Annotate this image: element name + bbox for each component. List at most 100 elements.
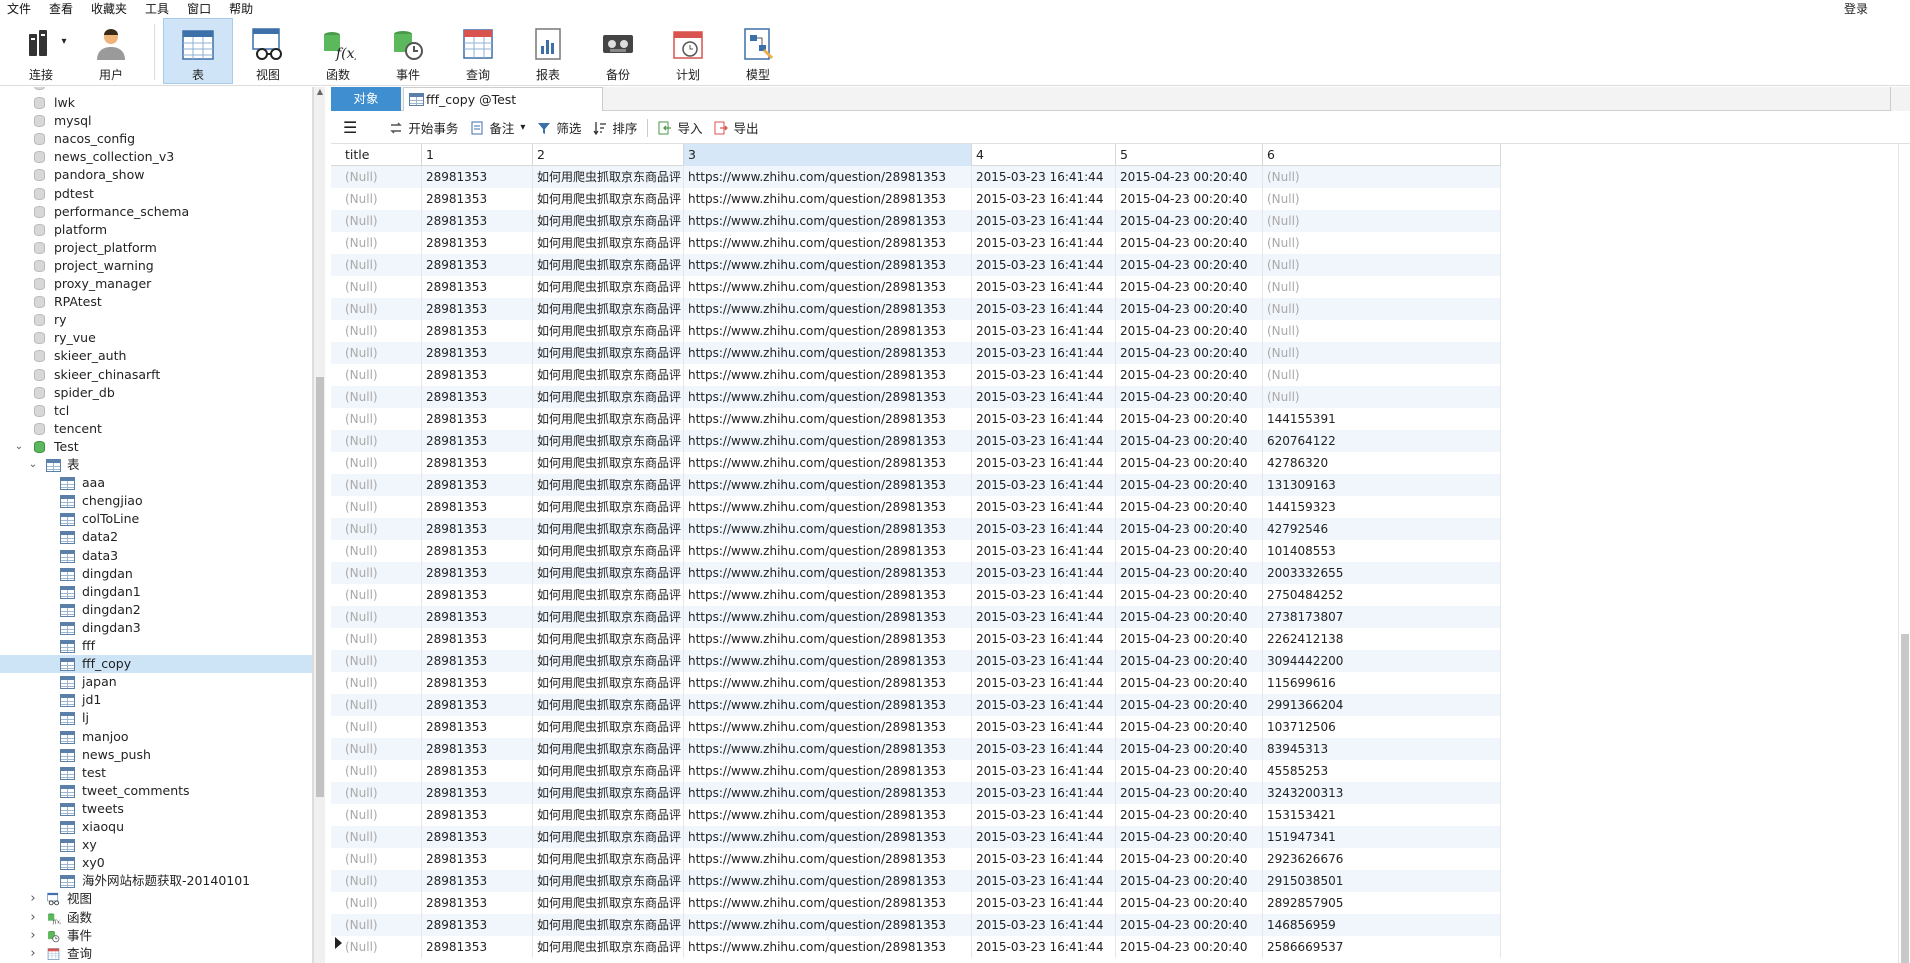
table-cell[interactable]: 2015-04-23 00:20:40 bbox=[1116, 166, 1263, 188]
toolbar-schedule-button[interactable]: 计划 bbox=[653, 18, 723, 84]
sidebar-scrollbar[interactable]: ▲ bbox=[313, 87, 325, 963]
table-cell[interactable]: 131309163 bbox=[1263, 474, 1501, 496]
table-cell[interactable]: 如何用爬虫抓取京东商品评 bbox=[533, 804, 684, 826]
table-row[interactable]: (Null) 28981353 如何用爬虫抓取京东商品评 https://www.zh… bbox=[331, 650, 1501, 672]
table-cell[interactable]: 2015-03-23 16:41:44 bbox=[972, 716, 1116, 738]
table-cell[interactable]: https://www.zhihu.com/question/28981353 bbox=[684, 452, 972, 474]
table-cell[interactable]: (Null) bbox=[1263, 320, 1501, 342]
table-cell[interactable]: https://www.zhihu.com/question/28981353 bbox=[684, 320, 972, 342]
table-cell[interactable]: 2015-04-23 00:20:40 bbox=[1116, 408, 1263, 430]
table-row[interactable]: (Null) 28981353 如何用爬虫抓取京东商品评 https://www.zh… bbox=[331, 760, 1501, 782]
table-cell[interactable]: 3243200313 bbox=[1263, 782, 1501, 804]
toolbar-export-button[interactable]: 导出 bbox=[708, 115, 764, 141]
table-row[interactable]: (Null) 28981353 如何用爬虫抓取京东商品评 https://www.zh… bbox=[331, 540, 1501, 562]
table-cell[interactable]: 2015-04-23 00:20:40 bbox=[1116, 892, 1263, 914]
table-cell[interactable]: https://www.zhihu.com/question/28981353 bbox=[684, 848, 972, 870]
table-cell[interactable]: 28981353 bbox=[422, 430, 533, 452]
toolbar-model-button[interactable]: 模型 bbox=[723, 18, 793, 84]
tab-objects[interactable]: 对象 bbox=[331, 87, 401, 111]
table-cell[interactable]: 153153421 bbox=[1263, 804, 1501, 826]
table-cell[interactable]: 103712506 bbox=[1263, 716, 1501, 738]
table-cell[interactable]: 101408553 bbox=[1263, 540, 1501, 562]
table-cell[interactable]: (Null) bbox=[341, 474, 422, 496]
chevron-right-icon[interactable]: › bbox=[28, 945, 38, 963]
menu-item[interactable]: 查看 bbox=[40, 0, 82, 18]
table-cell[interactable]: 如何用爬虫抓取京东商品评 bbox=[533, 606, 684, 628]
table-cell[interactable]: 620764122 bbox=[1263, 430, 1501, 452]
table-row[interactable]: (Null) 28981353 如何用爬虫抓取京东商品评 https://www.zh… bbox=[331, 386, 1501, 408]
table-cell[interactable]: (Null) bbox=[341, 826, 422, 848]
table-row[interactable]: (Null) 28981353 如何用爬虫抓取京东商品评 https://www.zh… bbox=[331, 892, 1501, 914]
table-cell[interactable]: 28981353 bbox=[422, 386, 533, 408]
table-cell[interactable]: (Null) bbox=[341, 408, 422, 430]
table-cell[interactable]: 如何用爬虫抓取京东商品评 bbox=[533, 628, 684, 650]
tree-database[interactable]: performance_schema bbox=[0, 203, 312, 221]
scroll-up-icon[interactable]: ▲ bbox=[314, 87, 326, 99]
menu-item[interactable]: 文件 bbox=[0, 0, 40, 18]
table-cell[interactable]: (Null) bbox=[1263, 210, 1501, 232]
table-cell[interactable]: https://www.zhihu.com/question/28981353 bbox=[684, 870, 972, 892]
table-cell[interactable]: 2015-03-23 16:41:44 bbox=[972, 848, 1116, 870]
table-cell[interactable]: 2015-04-23 00:20:40 bbox=[1116, 342, 1263, 364]
table-cell[interactable]: 28981353 bbox=[422, 694, 533, 716]
table-cell[interactable]: 2015-04-23 00:20:40 bbox=[1116, 914, 1263, 936]
column-header[interactable]: 2 bbox=[533, 144, 684, 166]
table-cell[interactable]: 28981353 bbox=[422, 804, 533, 826]
table-cell[interactable]: 28981353 bbox=[422, 848, 533, 870]
tree-table[interactable]: tweets bbox=[0, 800, 312, 818]
table-cell[interactable]: (Null) bbox=[1263, 386, 1501, 408]
table-cell[interactable]: (Null) bbox=[341, 782, 422, 804]
table-cell[interactable]: https://www.zhihu.com/question/28981353 bbox=[684, 584, 972, 606]
sidebar-scroll-thumb[interactable] bbox=[316, 377, 324, 797]
table-cell[interactable]: 如何用爬虫抓取京东商品评 bbox=[533, 540, 684, 562]
table-cell[interactable]: 28981353 bbox=[422, 452, 533, 474]
table-cell[interactable]: https://www.zhihu.com/question/28981353 bbox=[684, 804, 972, 826]
toolbar-view-button[interactable]: 视图 bbox=[233, 18, 303, 84]
tree-table[interactable]: manjoo bbox=[0, 728, 312, 746]
table-cell[interactable]: (Null) bbox=[1263, 364, 1501, 386]
toolbar-sort-button[interactable]: 排序 bbox=[587, 115, 643, 141]
table-cell[interactable]: (Null) bbox=[341, 760, 422, 782]
table-cell[interactable]: 如何用爬虫抓取京东商品评 bbox=[533, 342, 684, 364]
table-cell[interactable]: 2015-03-23 16:41:44 bbox=[972, 914, 1116, 936]
menu-item[interactable]: 窗口 bbox=[178, 0, 220, 18]
table-row[interactable]: (Null) 28981353 如何用爬虫抓取京东商品评 https://www.zh… bbox=[331, 848, 1501, 870]
toolbar-query-button[interactable]: 查询 bbox=[443, 18, 513, 84]
table-row[interactable]: (Null) 28981353 如何用爬虫抓取京东商品评 https://www.zh… bbox=[331, 342, 1501, 364]
table-cell[interactable]: 144159323 bbox=[1263, 496, 1501, 518]
table-cell[interactable]: (Null) bbox=[1263, 166, 1501, 188]
table-cell[interactable]: 如何用爬虫抓取京东商品评 bbox=[533, 584, 684, 606]
table-cell[interactable]: 3094442200 bbox=[1263, 650, 1501, 672]
table-row[interactable]: (Null) 28981353 如何用爬虫抓取京东商品评 https://www.zh… bbox=[331, 496, 1501, 518]
table-cell[interactable]: (Null) bbox=[341, 452, 422, 474]
table-cell[interactable]: 如何用爬虫抓取京东商品评 bbox=[533, 496, 684, 518]
table-cell[interactable]: 2015-03-23 16:41:44 bbox=[972, 804, 1116, 826]
table-cell[interactable]: 2015-03-23 16:41:44 bbox=[972, 496, 1116, 518]
tree-table[interactable]: dingdan bbox=[0, 565, 312, 583]
menu-item[interactable]: 工具 bbox=[136, 0, 178, 18]
table-cell[interactable]: 28981353 bbox=[422, 826, 533, 848]
tree-group[interactable]: › 查询 bbox=[0, 945, 312, 963]
table-cell[interactable]: 28981353 bbox=[422, 628, 533, 650]
table-row[interactable]: (Null) 28981353 如何用爬虫抓取京东商品评 https://www.zh… bbox=[331, 738, 1501, 760]
table-row[interactable]: (Null) 28981353 如何用爬虫抓取京东商品评 https://www.zh… bbox=[331, 430, 1501, 452]
table-cell[interactable]: https://www.zhihu.com/question/28981353 bbox=[684, 782, 972, 804]
table-cell[interactable]: https://www.zhihu.com/question/28981353 bbox=[684, 232, 972, 254]
table-cell[interactable]: 28981353 bbox=[422, 540, 533, 562]
toolbar-transaction-button[interactable]: 开始事务 bbox=[383, 115, 464, 141]
table-cell[interactable]: 2915038501 bbox=[1263, 870, 1501, 892]
table-cell[interactable]: 2015-04-23 00:20:40 bbox=[1116, 430, 1263, 452]
table-cell[interactable]: 如何用爬虫抓取京东商品评 bbox=[533, 188, 684, 210]
table-cell[interactable]: 2262412138 bbox=[1263, 628, 1501, 650]
column-header[interactable]: 5 bbox=[1116, 144, 1263, 166]
tree-table[interactable]: colToLine bbox=[0, 510, 312, 528]
table-cell[interactable]: 2015-04-23 00:20:40 bbox=[1116, 804, 1263, 826]
table-cell[interactable]: https://www.zhihu.com/question/28981353 bbox=[684, 276, 972, 298]
chevron-down-icon[interactable]: ▾ bbox=[520, 122, 525, 133]
tree-database[interactable]: skieer_chinasarft bbox=[0, 366, 312, 384]
table-cell[interactable]: 144155391 bbox=[1263, 408, 1501, 430]
tree-database[interactable]: skieer_auth bbox=[0, 347, 312, 365]
table-cell[interactable]: 2015-03-23 16:41:44 bbox=[972, 342, 1116, 364]
table-cell[interactable]: 28981353 bbox=[422, 254, 533, 276]
tree-table[interactable]: data3 bbox=[0, 547, 312, 565]
